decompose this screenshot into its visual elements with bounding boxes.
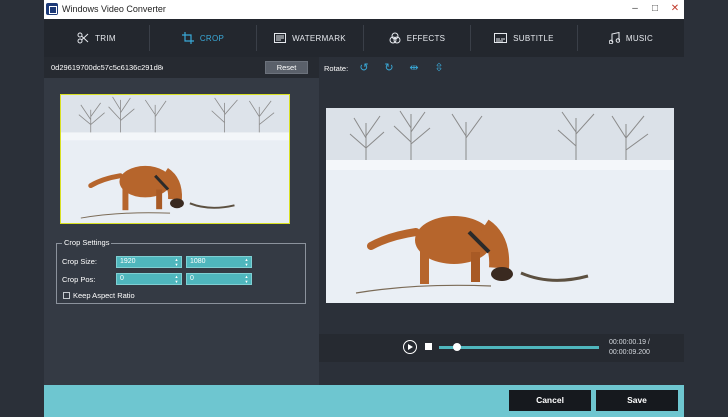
crop-icon xyxy=(181,32,194,44)
crop-width-input[interactable]: 1920 ▲ ▼ xyxy=(116,256,182,268)
file-name: 0d29619700dc57c5c6136c291d8d xyxy=(51,63,163,72)
tab-label: MUSIC xyxy=(625,33,654,43)
tab-music[interactable]: MUSIC xyxy=(578,19,684,57)
file-row: 0d29619700dc57c5c6136c291d8d Reset xyxy=(44,57,319,78)
rotate-right-icon[interactable]: ↻ xyxy=(382,61,396,75)
rotate-toolbar: Rotate: ↺ ↻ ⇹ ⇳ xyxy=(319,57,684,78)
cancel-button[interactable]: Cancel xyxy=(509,390,591,411)
crop-pos-x-input[interactable]: 0 ▲ ▼ xyxy=(116,273,182,285)
title-bar: Windows Video Converter – □ ✕ xyxy=(44,0,684,19)
crop-size-label: Crop Size: xyxy=(62,257,98,266)
total-time: 00:00:09.200 xyxy=(609,349,650,356)
app-logo-icon xyxy=(46,3,58,15)
crop-source-preview[interactable] xyxy=(60,94,290,224)
tab-label: TRIM xyxy=(95,33,116,43)
crop-pos-y-value: 0 xyxy=(190,275,194,282)
crop-width-value: 1920 xyxy=(120,258,136,265)
flip-vertical-icon[interactable]: ⇳ xyxy=(432,61,446,75)
music-icon xyxy=(608,32,620,44)
spin-arrows-icon[interactable]: ▲ ▼ xyxy=(243,257,250,267)
save-button[interactable]: Save xyxy=(596,390,678,411)
tab-watermark[interactable]: WATERMARK xyxy=(257,19,363,57)
crop-pos-y-input[interactable]: 0 ▲ ▼ xyxy=(186,273,252,285)
crop-pos-x-value: 0 xyxy=(120,275,124,282)
crop-edit-panel: 0d29619700dc57c5c6136c291d8d Reset Crop … xyxy=(44,57,319,385)
play-icon[interactable] xyxy=(403,340,417,354)
rotate-label: Rotate: xyxy=(324,64,349,73)
tab-trim[interactable]: TRIM xyxy=(44,19,149,57)
maximize-button[interactable]: □ xyxy=(648,2,662,16)
tab-subtitle[interactable]: SUBTITLE xyxy=(471,19,577,57)
flip-horizontal-icon[interactable]: ⇹ xyxy=(407,61,421,75)
keep-aspect-label[interactable]: Keep Aspect Ratio xyxy=(73,291,135,300)
crop-pos-label: Crop Pos: xyxy=(62,275,96,284)
snow-dog-photo xyxy=(326,108,674,303)
crop-height-input[interactable]: 1080 ▲ ▼ xyxy=(186,256,252,268)
tab-label: CROP xyxy=(199,33,225,43)
crop-settings-legend: Crop Settings xyxy=(62,238,112,247)
tab-label: EFFECTS xyxy=(406,33,446,43)
tab-label: SUBTITLE xyxy=(513,33,554,43)
output-preview xyxy=(326,108,674,303)
progress-handle[interactable] xyxy=(453,343,461,351)
reset-button[interactable]: Reset xyxy=(265,61,308,74)
tab-effects[interactable]: EFFECTS xyxy=(364,19,470,57)
rotate-left-icon[interactable]: ↺ xyxy=(357,61,371,75)
minimize-button[interactable]: – xyxy=(628,2,642,16)
scissors-icon xyxy=(77,32,89,44)
current-time: 00:00:00.19 / xyxy=(609,339,650,346)
snow-dog-photo xyxy=(61,95,289,223)
tab-crop[interactable]: CROP xyxy=(150,19,256,57)
spin-arrows-icon[interactable]: ▲ ▼ xyxy=(173,274,180,284)
crop-settings-group: Crop Settings Crop Size: 1920 ▲ ▼ 1080 ▲ ▼… xyxy=(56,238,306,304)
effects-icon xyxy=(389,32,401,44)
progress-slider[interactable] xyxy=(439,346,599,349)
footer-bar: Cancel Save xyxy=(44,385,684,417)
keep-aspect-checkbox[interactable] xyxy=(63,292,70,299)
spin-arrows-icon[interactable]: ▲ ▼ xyxy=(243,274,250,284)
spin-arrows-icon[interactable]: ▲ ▼ xyxy=(173,257,180,267)
editor-tab-bar: TRIM CROP WATERMARK EFFECTS SUBTITLE MUS… xyxy=(44,19,684,57)
tab-label: WATERMARK xyxy=(292,33,346,43)
close-button[interactable]: ✕ xyxy=(668,2,682,16)
crop-height-value: 1080 xyxy=(190,258,206,265)
watermark-icon xyxy=(274,33,287,43)
playback-bar: 00:00:00.19 / 00:00:09.200 xyxy=(319,334,684,362)
stop-icon[interactable] xyxy=(425,343,432,350)
subtitle-icon xyxy=(494,33,508,43)
window-title: Windows Video Converter xyxy=(62,4,166,14)
